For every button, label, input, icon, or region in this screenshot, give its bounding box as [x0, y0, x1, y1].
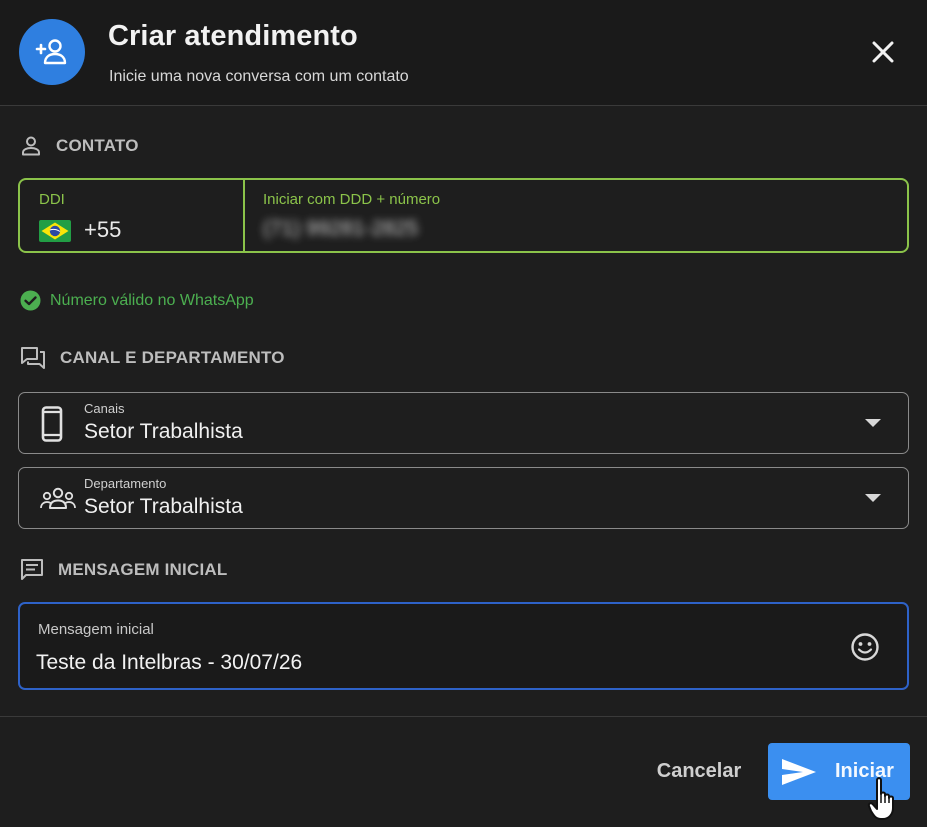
phone-field-group: DDI +55 Iniciar com DDD + número: [18, 178, 909, 253]
phone-number-input[interactable]: [260, 213, 880, 245]
department-select[interactable]: Departamento Setor Trabalhista: [18, 467, 909, 529]
cancel-button[interactable]: Cancelar: [644, 749, 754, 793]
whatsapp-valid-text: Número válido no WhatsApp: [50, 291, 254, 309]
initial-message-input[interactable]: [36, 648, 836, 678]
emoji-icon[interactable]: [851, 633, 879, 661]
person-add-icon: [19, 19, 85, 85]
channel-select-value: Setor Trabalhista: [84, 420, 243, 443]
whatsapp-valid-status: Número válido no WhatsApp: [20, 290, 254, 311]
channel-select-label: Canais: [84, 401, 125, 416]
close-icon[interactable]: [864, 33, 902, 71]
channel-select[interactable]: Canais Setor Trabalhista: [18, 392, 909, 454]
initial-message-label: Mensagem inicial: [38, 621, 154, 638]
channel-section-label: CANAL E DEPARTAMENTO: [60, 348, 285, 367]
footer-divider: [0, 716, 927, 717]
department-select-value: Setor Trabalhista: [84, 495, 243, 518]
contact-section-header: CONTATO: [20, 134, 139, 158]
person-icon: [22, 136, 40, 156]
initial-message-field: Mensagem inicial: [18, 602, 909, 690]
send-icon: [782, 759, 816, 785]
ddi-field[interactable]: DDI +55: [20, 180, 243, 251]
chevron-down-icon: [865, 419, 881, 427]
forum-icon: [21, 347, 45, 369]
create-ticket-dialog: Criar atendimento Inicie uma nova conver…: [0, 0, 927, 827]
channel-section-header: CANAL E DEPARTAMENTO: [20, 346, 285, 370]
phone-field-divider: [243, 180, 245, 251]
hand-cursor-icon: [867, 777, 894, 820]
message-section-header: MENSAGEM INICIAL: [20, 558, 227, 582]
chevron-down-icon: [865, 494, 881, 502]
check-circle-icon: [20, 290, 41, 311]
dialog-title: Criar atendimento: [108, 20, 358, 52]
message-icon: [21, 559, 43, 580]
contact-section-label: CONTATO: [56, 136, 139, 155]
dialog-subtitle: Inicie uma nova conversa com um contato: [109, 68, 409, 85]
phone-number-label: Iniciar com DDD + número: [263, 191, 441, 208]
brazil-flag-icon: [39, 220, 71, 242]
ddi-value: +55: [84, 217, 122, 242]
groups-icon: [40, 487, 76, 509]
smartphone-icon: [41, 406, 63, 442]
ddi-label: DDI: [39, 191, 65, 208]
dialog-header: Criar atendimento Inicie uma nova conver…: [0, 0, 927, 106]
message-section-label: MENSAGEM INICIAL: [58, 560, 228, 579]
department-select-label: Departamento: [84, 476, 167, 491]
